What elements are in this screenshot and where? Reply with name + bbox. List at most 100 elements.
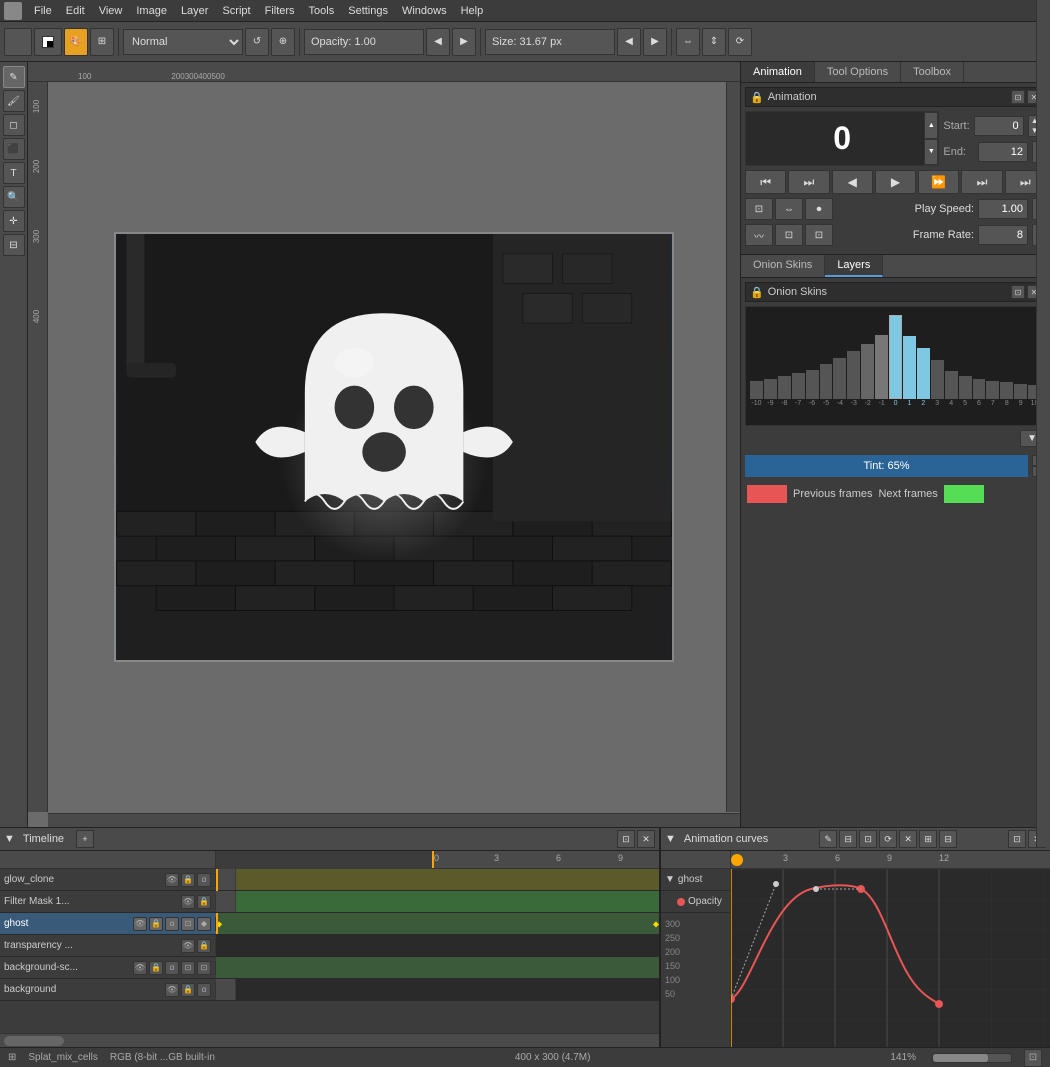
extra-icon-1[interactable]: ⊡ — [181, 917, 195, 931]
timeline-close-btn[interactable]: ✕ — [637, 830, 655, 848]
tab-layers[interactable]: Layers — [825, 255, 883, 277]
ghost-collapse-icon[interactable]: ▼ — [665, 874, 675, 885]
curves-tool-2[interactable]: ⊟ — [839, 830, 857, 848]
curves-tool-1[interactable]: ✎ — [819, 830, 837, 848]
menu-file[interactable]: File — [28, 3, 58, 19]
menu-settings[interactable]: Settings — [342, 3, 394, 19]
lock-icon[interactable]: 🔒 — [149, 961, 163, 975]
curves-tool-4[interactable]: ⟳ — [879, 830, 897, 848]
tab-toolbox[interactable]: Toolbox — [901, 62, 964, 82]
menu-script[interactable]: Script — [216, 3, 256, 19]
bounce-btn[interactable]: ⇔ — [775, 198, 803, 220]
canvas-v-scrollbar[interactable] — [726, 82, 740, 812]
curves-tool-6[interactable]: ⊞ — [919, 830, 937, 848]
record-btn[interactable]: ⏺ — [805, 198, 833, 220]
zoom-tool[interactable]: 🔍 — [3, 186, 25, 208]
mode-reset-btn[interactable]: ↺ — [245, 28, 269, 56]
timeline-hscrollbar[interactable] — [0, 1033, 659, 1047]
visibility-icon[interactable]: 👁 — [181, 895, 195, 909]
visibility-icon[interactable]: 👁 — [133, 917, 147, 931]
fill-tool[interactable]: ⬛ — [3, 138, 25, 160]
menu-help[interactable]: Help — [455, 3, 490, 19]
timeline-float-btn[interactable]: ⊡ — [617, 830, 635, 848]
menu-filters[interactable]: Filters — [259, 3, 301, 19]
play-forward-btn[interactable]: ▶ — [875, 170, 916, 194]
flip-v-btn[interactable]: ⇕ — [702, 28, 726, 56]
wave-btn-3[interactable]: ⊡ — [805, 224, 833, 246]
visibility-icon[interactable]: 👁 — [165, 873, 179, 887]
lock-icon[interactable]: 🔒 — [149, 917, 163, 931]
visibility-icon[interactable]: 👁 — [165, 983, 179, 997]
tool-icon-4[interactable]: ⊞ — [90, 28, 114, 56]
wave-btn-2[interactable]: ⊡ — [775, 224, 803, 246]
text-tool[interactable]: T — [3, 162, 25, 184]
blend-mode-select[interactable]: Normal — [123, 29, 243, 55]
frame-scroll-down[interactable]: ▼ — [924, 139, 938, 166]
diamond-icon[interactable]: ◆ — [197, 917, 211, 931]
extra-icon-2[interactable]: ⊡ — [197, 961, 211, 975]
visibility-icon[interactable]: 👁 — [181, 939, 195, 953]
tool-icon-3[interactable]: 🎨 — [64, 28, 88, 56]
lock-icon[interactable]: 🔒 — [181, 983, 195, 997]
extra-icon[interactable]: ⊡ — [181, 961, 195, 975]
alpha-icon[interactable]: α — [197, 873, 211, 887]
end-input[interactable] — [978, 142, 1028, 162]
next-frames-color — [944, 485, 984, 503]
zoom-slider[interactable] — [932, 1053, 1012, 1063]
menu-view[interactable]: View — [93, 3, 129, 19]
alpha-icon[interactable]: α — [165, 917, 179, 931]
menu-layer[interactable]: Layer — [175, 3, 215, 19]
crop-tool[interactable]: ⊟ — [3, 234, 25, 256]
next-frame-btn[interactable]: ⏩ — [918, 170, 959, 194]
lock-icon[interactable]: 🔒 — [197, 895, 211, 909]
canvas-h-scrollbar[interactable] — [48, 813, 740, 827]
curves-tool-5[interactable]: ✕ — [899, 830, 917, 848]
menu-windows[interactable]: Windows — [396, 3, 453, 19]
tab-animation[interactable]: Animation — [741, 62, 815, 82]
alpha-icon[interactable]: α — [197, 983, 211, 997]
curves-vscrollbar[interactable] — [1036, 0, 1050, 847]
menu-image[interactable]: Image — [130, 3, 173, 19]
loop-btn[interactable]: ⊡ — [745, 198, 773, 220]
wave-btn-1[interactable]: 〰 — [745, 224, 773, 246]
curves-collapse-icon[interactable]: ▼ — [665, 833, 676, 845]
opacity-decrement-btn[interactable]: ◀ — [426, 28, 450, 56]
animation-float-btn[interactable]: ⊡ — [1011, 90, 1025, 104]
onion-float-btn[interactable]: ⊡ — [1011, 285, 1025, 299]
erase-tool[interactable]: ◻ — [3, 114, 25, 136]
lock-icon[interactable]: 🔒 — [181, 873, 195, 887]
goto-start-btn[interactable]: ⏮ — [745, 170, 786, 194]
start-input[interactable] — [974, 116, 1024, 136]
statusbar-expand-btn[interactable]: ⊡ — [1024, 1049, 1042, 1067]
tab-tool-options[interactable]: Tool Options — [815, 62, 901, 82]
select-tool[interactable]: ✎ — [3, 66, 25, 88]
timeline-add-btn[interactable]: + — [76, 830, 94, 848]
paint-tool[interactable]: 🖌 — [3, 90, 25, 112]
size-increment-btn[interactable]: ▶ — [643, 28, 667, 56]
play-back-btn[interactable]: ◀ — [832, 170, 873, 194]
size-decrement-btn[interactable]: ◀ — [617, 28, 641, 56]
opacity-increment-btn[interactable]: ▶ — [452, 28, 476, 56]
prev-frame-btn[interactable]: ⏭ — [788, 170, 829, 194]
tool-icon-2[interactable] — [34, 28, 62, 56]
rotate-btn[interactable]: ⟳ — [728, 28, 752, 56]
curves-float-btn[interactable]: ⊡ — [1008, 830, 1026, 848]
mode-expand-btn[interactable]: ⊕ — [271, 28, 295, 56]
timeline-collapse-icon[interactable]: ▼ — [4, 833, 15, 845]
flip-h-btn[interactable]: ⇔ — [676, 28, 700, 56]
frame-rate-input[interactable] — [978, 225, 1028, 245]
alpha-icon[interactable]: α — [165, 961, 179, 975]
visibility-icon[interactable]: 👁 — [133, 961, 147, 975]
menu-edit[interactable]: Edit — [60, 3, 91, 19]
onion-chart: -10 -9 -8 -7 — [745, 306, 1046, 426]
frame-scroll-up[interactable]: ▲ — [924, 112, 938, 139]
play-speed-input[interactable] — [978, 199, 1028, 219]
goto-end-btn[interactable]: ⏭ — [961, 170, 1002, 194]
curves-tool-7[interactable]: ⊟ — [939, 830, 957, 848]
move-tool[interactable]: ✛ — [3, 210, 25, 232]
tab-onion-skins[interactable]: Onion Skins — [741, 255, 825, 277]
lock-icon[interactable]: 🔒 — [197, 939, 211, 953]
menu-tools[interactable]: Tools — [303, 3, 341, 19]
tool-icon-1[interactable] — [4, 28, 32, 56]
curves-tool-3[interactable]: ⊡ — [859, 830, 877, 848]
